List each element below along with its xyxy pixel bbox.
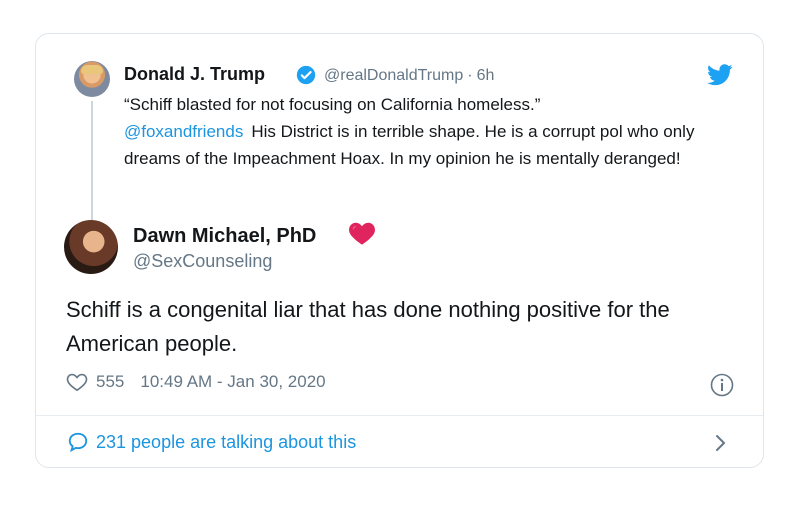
reply-tweet-text: Schiff is a congenital liar that has don… <box>66 297 670 356</box>
quoted-tweet-text: “Schiff blasted for not focusing on Cali… <box>124 91 724 172</box>
avatar-trump[interactable] <box>74 61 110 97</box>
avatar-dawn[interactable] <box>64 220 118 274</box>
quoted-handle-time[interactable]: @realDonaldTrump · 6h <box>324 67 494 85</box>
tweet-meta: 555 10:49 AM - Jan 30, 2020 <box>66 372 326 392</box>
quoted-handle[interactable]: @realDonaldTrump <box>324 67 463 84</box>
quoted-time[interactable]: 6h <box>477 67 495 84</box>
footer-divider <box>36 415 763 416</box>
info-icon[interactable] <box>710 373 734 397</box>
reply-author-name[interactable]: Dawn Michael, PhD <box>133 225 316 248</box>
mention-link[interactable]: @foxandfriends <box>124 122 243 141</box>
quoted-line-1: “Schiff blasted for not focusing on Cali… <box>124 95 541 114</box>
heart-emoji-icon <box>349 222 375 245</box>
speech-bubble-icon <box>68 432 88 453</box>
twitter-bird-icon[interactable] <box>707 64 733 86</box>
conversation-link[interactable]: 231 people are talking about this <box>66 431 356 453</box>
like-count[interactable]: 555 <box>96 372 124 392</box>
heart-outline-icon[interactable] <box>66 372 88 392</box>
verified-badge-icon <box>296 65 316 85</box>
quoted-author-name[interactable]: Donald J. Trump <box>124 64 265 85</box>
conversation-text[interactable]: 231 people are talking about this <box>96 432 356 453</box>
thread-line <box>91 101 93 221</box>
reply-handle[interactable]: @SexCounseling <box>133 251 272 272</box>
chevron-right-icon[interactable] <box>714 433 728 453</box>
quoted-line-2: @foxandfriends His District is in terribl… <box>124 118 724 172</box>
separator-dot: · <box>467 67 473 84</box>
tweet-timestamp[interactable]: 10:49 AM - Jan 30, 2020 <box>140 372 325 392</box>
